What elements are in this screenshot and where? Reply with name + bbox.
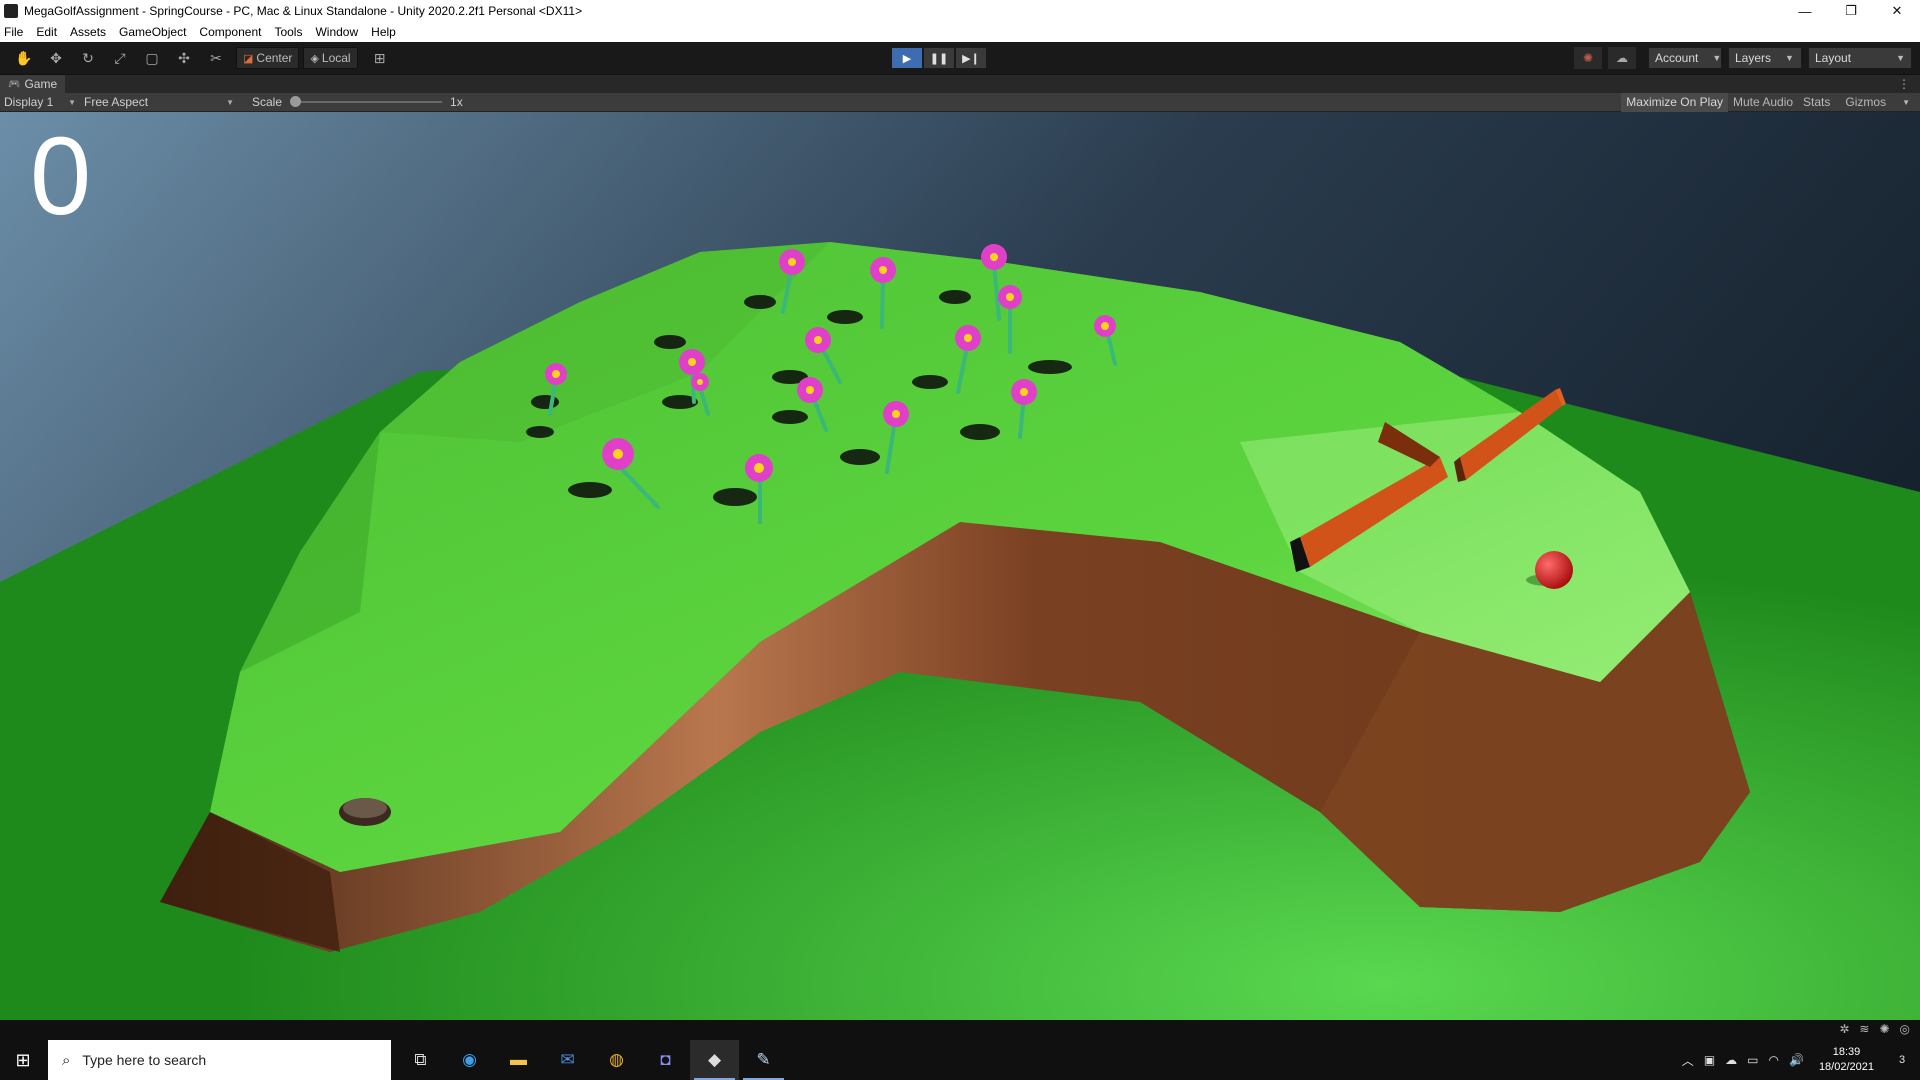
chevron-down-icon: ▼ <box>68 97 76 107</box>
account-dropdown[interactable]: Account ▼ <box>1648 47 1722 69</box>
custom-tool-icon[interactable]: ✂ <box>200 47 232 69</box>
hand-tool-icon[interactable]: ✋ <box>8 47 40 69</box>
battery-icon[interactable]: ▭ <box>1747 1053 1758 1067</box>
taskbar-clock[interactable]: 18:39 18/02/2021 <box>1819 1045 1874 1075</box>
onedrive-icon[interactable]: ☁ <box>1725 1053 1737 1067</box>
tab-game-label: Game <box>24 77 58 91</box>
local-space-icon: ◈ <box>310 52 319 65</box>
pivot-icon: ◪ <box>243 52 254 65</box>
chrome-icon[interactable]: ◍ <box>592 1040 641 1080</box>
game-viewport[interactable]: 0 <box>0 112 1920 1020</box>
task-view-icon[interactable]: ⧉ <box>396 1040 445 1080</box>
menu-window[interactable]: Window <box>315 25 358 39</box>
move-tool-icon[interactable]: ✥ <box>40 47 72 69</box>
window-title: MegaGolfAssignment - SpringCourse - PC, … <box>24 4 583 18</box>
tab-game[interactable]: 🎮 Game <box>0 74 66 94</box>
debug-icon[interactable]: ✺ <box>1879 1022 1889 1036</box>
menu-bar: File Edit Assets GameObject Component To… <box>0 22 1920 42</box>
score-display: 0 <box>30 115 92 238</box>
unity-app-icon <box>4 4 18 18</box>
notification-count: 3 <box>1898 1054 1906 1066</box>
notification-center-icon[interactable]: 3 <box>1884 1054 1920 1066</box>
menu-component[interactable]: Component <box>199 25 261 39</box>
transform-tool-icon[interactable]: ✣ <box>168 47 200 69</box>
grid-snap-icon[interactable]: ⊞ <box>364 47 396 69</box>
layers-dropdown[interactable]: Layers ▼ <box>1728 47 1802 69</box>
layout-dropdown[interactable]: Layout ▼ <box>1808 47 1912 69</box>
bug-icon[interactable]: ✲ <box>1839 1022 1849 1036</box>
search-placeholder: Type here to search <box>82 1052 207 1068</box>
paint-icon[interactable]: ✎ <box>739 1040 788 1080</box>
windows-start-icon[interactable]: ⊞ <box>0 1040 46 1080</box>
display-label: Display 1 <box>4 95 54 109</box>
play-controls: ▶ ❚❚ ▶❙ <box>891 47 987 69</box>
minimize-button[interactable]: — <box>1782 0 1828 22</box>
main-toolbar: ✋ ✥ ↻ ⤢ ▢ ✣ ✂ ◪ Center ◈ Local ⊞ ▶ ❚❚ ▶❙… <box>0 42 1920 74</box>
scale-tool-icon[interactable]: ⤢ <box>104 47 136 69</box>
volume-icon[interactable]: 🔊 <box>1789 1053 1804 1067</box>
game-scene <box>0 112 1920 1020</box>
windows-taskbar: ✲ ≋ ✺ ◎ ⊞ ⌕ Type here to search ⧉ ◉ ▬ ✉ … <box>0 1020 1920 1080</box>
gizmos-label: Gizmos <box>1845 95 1887 109</box>
mail-icon[interactable]: ✉ <box>543 1040 592 1080</box>
close-button[interactable]: ✕ <box>1874 0 1920 22</box>
menu-edit[interactable]: Edit <box>36 25 57 39</box>
menu-assets[interactable]: Assets <box>70 25 106 39</box>
tab-bar: 🎮 Game ⋮ <box>0 74 1920 94</box>
unity-taskbar-icon[interactable]: ◆ <box>690 1040 739 1080</box>
layout-label: Layout <box>1815 51 1852 65</box>
scale-label: Scale <box>252 95 283 109</box>
menu-file[interactable]: File <box>4 25 23 39</box>
pivot-toggle[interactable]: ◪ Center <box>236 47 300 69</box>
taskbar-search-input[interactable]: ⌕ Type here to search <box>48 1040 391 1080</box>
aspect-label: Free Aspect <box>84 95 149 109</box>
space-toggle[interactable]: ◈ Local <box>303 47 358 69</box>
maximize-on-play-toggle[interactable]: Maximize On Play <box>1621 92 1728 112</box>
gamepad-icon: 🎮 <box>8 78 21 90</box>
mute-audio-toggle[interactable]: Mute Audio <box>1728 93 1798 112</box>
more-options-icon[interactable]: ⋮ <box>1898 77 1910 91</box>
check-icon[interactable]: ◎ <box>1900 1022 1910 1036</box>
layers-icon[interactable]: ≋ <box>1859 1022 1869 1036</box>
scale-slider-handle[interactable] <box>290 96 302 107</box>
title-bar: MegaGolfAssignment - SpringCourse - PC, … <box>0 0 1920 22</box>
chevron-up-icon[interactable]: ︿ <box>1682 1052 1694 1069</box>
wifi-icon[interactable]: ◠ <box>1769 1053 1779 1067</box>
chevron-down-icon: ▼ <box>1902 97 1910 107</box>
rect-tool-icon[interactable]: ▢ <box>136 47 168 69</box>
layers-label: Layers <box>1735 51 1772 65</box>
clock-date: 18/02/2021 <box>1818 1061 1874 1073</box>
menu-tools[interactable]: Tools <box>274 25 302 39</box>
meet-now-icon[interactable]: ▣ <box>1704 1053 1715 1067</box>
pivot-label: Center <box>256 51 293 65</box>
maximize-button[interactable]: ❐ <box>1828 0 1874 22</box>
account-label: Account <box>1655 51 1699 65</box>
step-button[interactable]: ▶❙ <box>955 47 987 69</box>
chevron-down-icon: ▼ <box>1785 53 1794 63</box>
edge-browser-icon[interactable]: ◉ <box>445 1040 494 1080</box>
pause-button[interactable]: ❚❚ <box>923 47 955 69</box>
gizmos-toggle[interactable]: Gizmos ▼ <box>1835 93 1920 112</box>
scale-value: 1x <box>450 95 463 109</box>
menu-help[interactable]: Help <box>371 25 396 39</box>
chevron-down-icon: ▼ <box>226 97 234 107</box>
display-select[interactable]: Display 1 ▼ <box>0 93 80 112</box>
menu-gameobject[interactable]: GameObject <box>119 25 186 39</box>
chevron-down-icon: ▼ <box>1896 53 1905 63</box>
aspect-select[interactable]: Free Aspect ▼ <box>80 93 238 112</box>
cloud-icon[interactable]: ☁ <box>1608 47 1636 69</box>
discord-icon[interactable]: ◘ <box>641 1040 690 1080</box>
rotate-tool-icon[interactable]: ↻ <box>72 47 104 69</box>
play-button[interactable]: ▶ <box>891 47 923 69</box>
space-label: Local <box>321 51 351 65</box>
search-icon: ⌕ <box>62 1051 71 1069</box>
scale-control: Scale 1x <box>252 95 463 109</box>
collab-icon[interactable]: ✺ <box>1574 47 1602 69</box>
stats-toggle[interactable]: Stats <box>1798 93 1835 112</box>
clock-time: 18:39 <box>1832 1046 1861 1058</box>
chevron-down-icon: ▼ <box>1712 53 1722 63</box>
scale-slider[interactable] <box>290 96 443 107</box>
game-view-controls: Display 1 ▼ Free Aspect ▼ Scale 1x Maxim… <box>0 92 1920 112</box>
file-explorer-icon[interactable]: ▬ <box>494 1040 543 1080</box>
